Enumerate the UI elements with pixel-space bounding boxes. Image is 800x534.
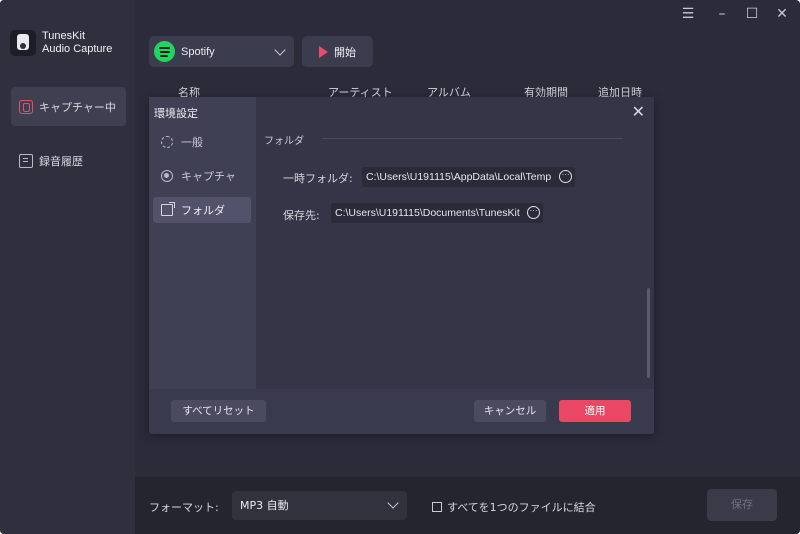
- app-window: TunesKit Audio Capture キャプチャー中 録音履歴 Spot…: [0, 0, 800, 534]
- browse-icon[interactable]: ···: [527, 206, 540, 219]
- merge-checkbox[interactable]: [432, 502, 442, 512]
- sidebar-item-label: キャプチャー中: [39, 100, 116, 114]
- sidebar-item-capturing[interactable]: キャプチャー中: [11, 87, 126, 126]
- bottom-bar: フォーマット: MP3 自動 すべてを1つのファイルに結合 保存: [135, 477, 800, 534]
- chevron-down-icon: [387, 497, 399, 509]
- dialog-title: 環境設定: [154, 107, 198, 120]
- cancel-button[interactable]: キャンセル: [474, 400, 546, 422]
- tab-label: 一般: [181, 136, 203, 149]
- capture-icon: [19, 99, 33, 114]
- format-value: MP3 自動: [240, 499, 289, 512]
- merge-label: すべてを1つのファイルに結合: [447, 501, 596, 514]
- menu-icon[interactable]: ☰: [678, 6, 698, 22]
- gear-icon: [161, 136, 173, 148]
- output-folder-value: C:\Users\U191115\Documents\TunesKit: [335, 207, 520, 219]
- tab-capture[interactable]: キャプチャ: [153, 163, 251, 189]
- reset-all-button[interactable]: すべてリセット: [171, 400, 266, 422]
- sidebar: TunesKit Audio Capture キャプチャー中 録音履歴: [0, 0, 135, 534]
- save-button[interactable]: 保存: [707, 489, 777, 521]
- browse-icon[interactable]: ···: [559, 170, 572, 183]
- app-logo-icon: [10, 30, 36, 56]
- brand-line2: Audio Capture: [42, 43, 113, 55]
- scrollbar[interactable]: [647, 288, 650, 378]
- brand-line1: TunesKit: [42, 30, 86, 42]
- target-icon: [161, 170, 173, 182]
- minimize-icon[interactable]: –: [712, 6, 732, 22]
- close-icon[interactable]: ✕: [772, 6, 792, 22]
- toolbar: Spotify 開始 ☰ – ☐ ✕: [135, 0, 800, 80]
- start-button[interactable]: 開始: [302, 36, 373, 67]
- source-select[interactable]: Spotify: [149, 36, 294, 67]
- brand: TunesKit Audio Capture: [10, 30, 112, 56]
- maximize-icon[interactable]: ☐: [742, 6, 762, 22]
- source-value: Spotify: [181, 45, 215, 58]
- tab-label: フォルダ: [181, 204, 225, 217]
- temp-folder-field[interactable]: C:\Users\U191115\AppData\Local\Temp ···: [362, 167, 575, 187]
- brand-name: TunesKit Audio Capture: [42, 30, 112, 56]
- tab-label: キャプチャ: [181, 170, 236, 183]
- format-select[interactable]: MP3 自動: [232, 491, 407, 520]
- temp-folder-value: C:\Users\U191115\AppData\Local\Temp: [366, 171, 552, 183]
- tab-general[interactable]: 一般: [153, 129, 251, 155]
- dialog-sidebar: 環境設定 一般 キャプチャ フォルダ: [149, 97, 256, 389]
- tab-folder[interactable]: フォルダ: [153, 197, 251, 223]
- dialog-content: フォルダ 一時フォルダ: C:\Users\U191115\AppData\Lo…: [256, 97, 654, 389]
- apply-button[interactable]: 適用: [559, 400, 631, 422]
- section-divider: [323, 138, 623, 139]
- sidebar-item-history[interactable]: 録音履歴: [11, 141, 126, 180]
- format-label: フォーマット:: [149, 501, 219, 514]
- merge-option[interactable]: すべてを1つのファイルに結合: [432, 499, 596, 515]
- output-folder-field[interactable]: C:\Users\U191115\Documents\TunesKit ···: [331, 203, 543, 223]
- start-label: 開始: [334, 45, 356, 59]
- history-icon: [19, 153, 33, 168]
- folder-icon: [161, 202, 175, 216]
- play-icon: [319, 45, 328, 58]
- close-icon[interactable]: ✕: [632, 102, 645, 121]
- chevron-down-icon: [274, 44, 286, 56]
- spotify-icon: [154, 41, 175, 62]
- section-title: フォルダ: [264, 136, 304, 147]
- sidebar-item-label: 録音履歴: [39, 154, 83, 168]
- preferences-dialog: 環境設定 一般 キャプチャ フォルダ フォルダ 一時フォルダ: C:\Users…: [149, 97, 654, 434]
- temp-folder-label: 一時フォルダ:: [283, 172, 353, 185]
- output-folder-label: 保存先:: [283, 209, 320, 222]
